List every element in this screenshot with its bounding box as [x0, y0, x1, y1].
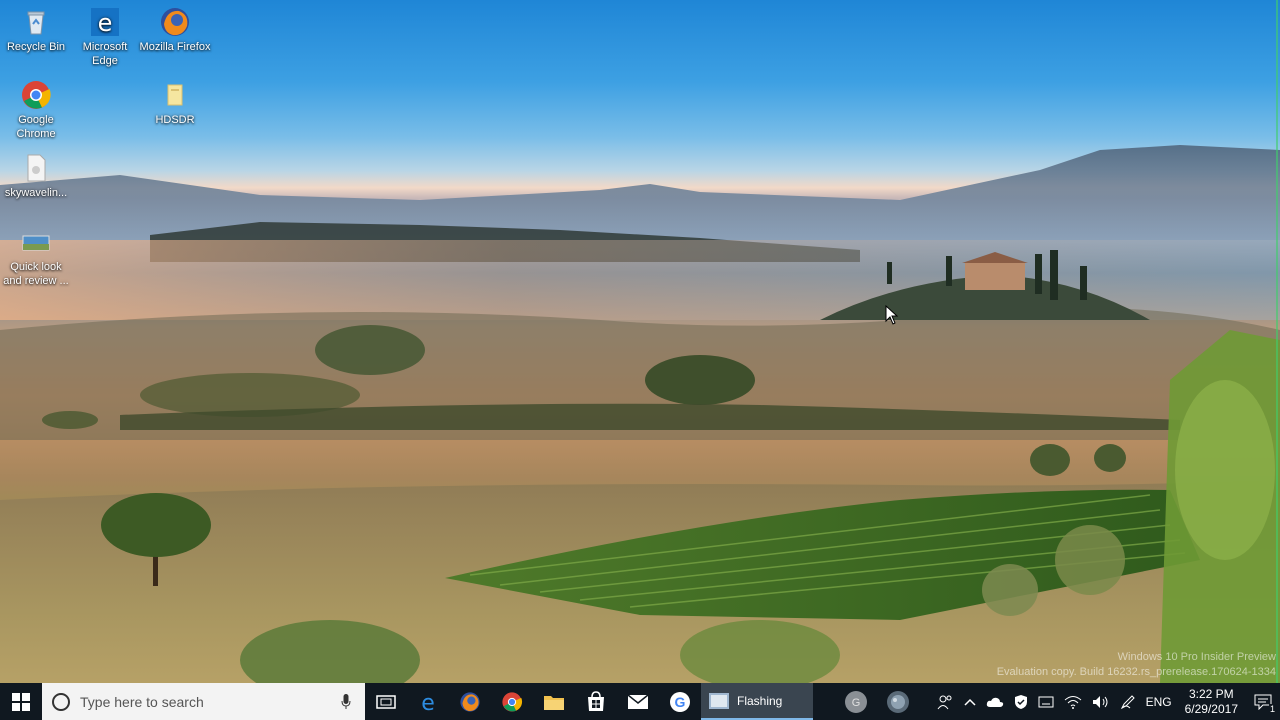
security-button[interactable] [1009, 683, 1033, 720]
desktop-icon-label: HDSDR [155, 114, 195, 126]
taskbar-chrome-button[interactable] [491, 683, 533, 720]
taskbar-edge-button[interactable]: e [407, 683, 449, 720]
taskbar-app-label: Flashing [737, 693, 783, 708]
user-g-icon: G [845, 690, 867, 713]
task-view-icon [376, 694, 396, 709]
onedrive-button[interactable] [981, 683, 1009, 720]
image-file-icon [20, 226, 52, 258]
watermark-build: Evaluation copy. Build 16232.rs_prerelea… [996, 666, 1276, 678]
globe-app-icon [887, 690, 909, 713]
keyboard-ime-icon [1038, 696, 1054, 707]
file-icon [20, 152, 52, 184]
svg-text:G: G [852, 697, 861, 709]
taskbar-app-g-button[interactable]: G [835, 683, 877, 720]
windows-watermark: Windows 10 Pro Insider Preview Evaluatio… [997, 650, 1276, 680]
taskbar-google-button[interactable]: G [659, 683, 701, 720]
taskbar-app-globe-button[interactable] [877, 683, 919, 720]
desktop-icon-mozilla-firefox[interactable]: Mozilla Firefox [139, 2, 211, 54]
taskbar-app-flashing[interactable]: Flashing [701, 683, 813, 720]
mouse-cursor-icon [885, 305, 899, 325]
desktop-icon-label: Quick look and review ... [3, 261, 69, 287]
firefox-icon [159, 6, 191, 38]
clock-button[interactable]: 3:22 PM 6/29/2017 [1177, 687, 1246, 717]
search-placeholder: Type here to search [80, 693, 204, 710]
taskbar: Type here to search e G Flashing G ENG 3… [0, 683, 1280, 720]
taskbar-firefox-button[interactable] [449, 683, 491, 720]
mail-icon [627, 693, 649, 709]
taskbar-store-button[interactable] [575, 683, 617, 720]
google-icon: G [670, 691, 690, 712]
desktop-icon-label: Recycle Bin [6, 41, 66, 53]
wifi-icon [1064, 695, 1081, 709]
desktop-icon-skywavelin[interactable]: skywavelin... [0, 148, 72, 200]
microphone-icon[interactable] [341, 693, 351, 710]
chrome-icon [20, 79, 52, 111]
desktop-icon-google-chrome[interactable]: Google Chrome [0, 75, 72, 141]
firefox-icon [460, 691, 480, 712]
people-button[interactable] [931, 683, 959, 720]
desktop-icon-label: Microsoft Edge [82, 41, 128, 67]
desktop-icon-recycle-bin[interactable]: Recycle Bin [0, 2, 72, 54]
edge-icon: e [89, 6, 121, 38]
store-icon [588, 690, 604, 711]
desktop-icon-label: Google Chrome [16, 114, 56, 140]
taskbar-mail-button[interactable] [617, 683, 659, 720]
taskbar-search-box[interactable]: Type here to search [42, 683, 365, 720]
clock-time: 3:22 PM [1188, 686, 1234, 701]
desktop-icon-microsoft-edge[interactable]: e Microsoft Edge [69, 2, 141, 68]
desktop-icon-label: Mozilla Firefox [139, 41, 211, 53]
people-icon [937, 695, 952, 709]
ime-button[interactable] [1033, 683, 1059, 720]
pen-workspace-button[interactable] [1115, 683, 1141, 720]
action-center-button[interactable]: 1 [1246, 683, 1280, 720]
chevron-up-icon [964, 698, 976, 706]
notification-count-badge: 1 [1268, 704, 1276, 714]
desktop-icon-label: skywavelin... [4, 187, 68, 199]
recycle-bin-icon [20, 6, 52, 38]
network-button[interactable] [1059, 683, 1087, 720]
onedrive-cloud-icon [986, 697, 1003, 707]
windows-logo-icon [12, 692, 30, 711]
shield-icon [1014, 694, 1027, 709]
speaker-icon [1092, 695, 1108, 708]
volume-button[interactable] [1087, 683, 1115, 720]
clock-date: 6/29/2017 [1184, 701, 1238, 716]
edge-icon: e [421, 691, 435, 713]
watermark-edition: Windows 10 Pro Insider Preview [1117, 651, 1276, 663]
svg-text:G: G [675, 694, 686, 710]
pen-icon [1120, 694, 1135, 709]
task-view-button[interactable] [365, 683, 407, 720]
svg-text:e: e [421, 691, 435, 713]
language-indicator: ENG [1145, 694, 1172, 709]
cortana-icon [52, 692, 70, 711]
taskbar-file-explorer-button[interactable] [533, 683, 575, 720]
desktop-icon-quick-look[interactable]: Quick look and review ... [0, 222, 72, 288]
file-explorer-icon [544, 695, 564, 710]
folder-icon [159, 79, 191, 111]
start-button[interactable] [0, 683, 42, 720]
input-language-button[interactable]: ENG [1141, 683, 1177, 720]
system-tray: ENG 3:22 PM 6/29/2017 1 [931, 683, 1280, 720]
chrome-icon [502, 691, 523, 712]
svg-text:e: e [98, 9, 113, 37]
desktop-icon-hdsdr[interactable]: HDSDR [139, 75, 211, 127]
show-hidden-icons-button[interactable] [959, 683, 981, 720]
window-icon [709, 692, 729, 709]
